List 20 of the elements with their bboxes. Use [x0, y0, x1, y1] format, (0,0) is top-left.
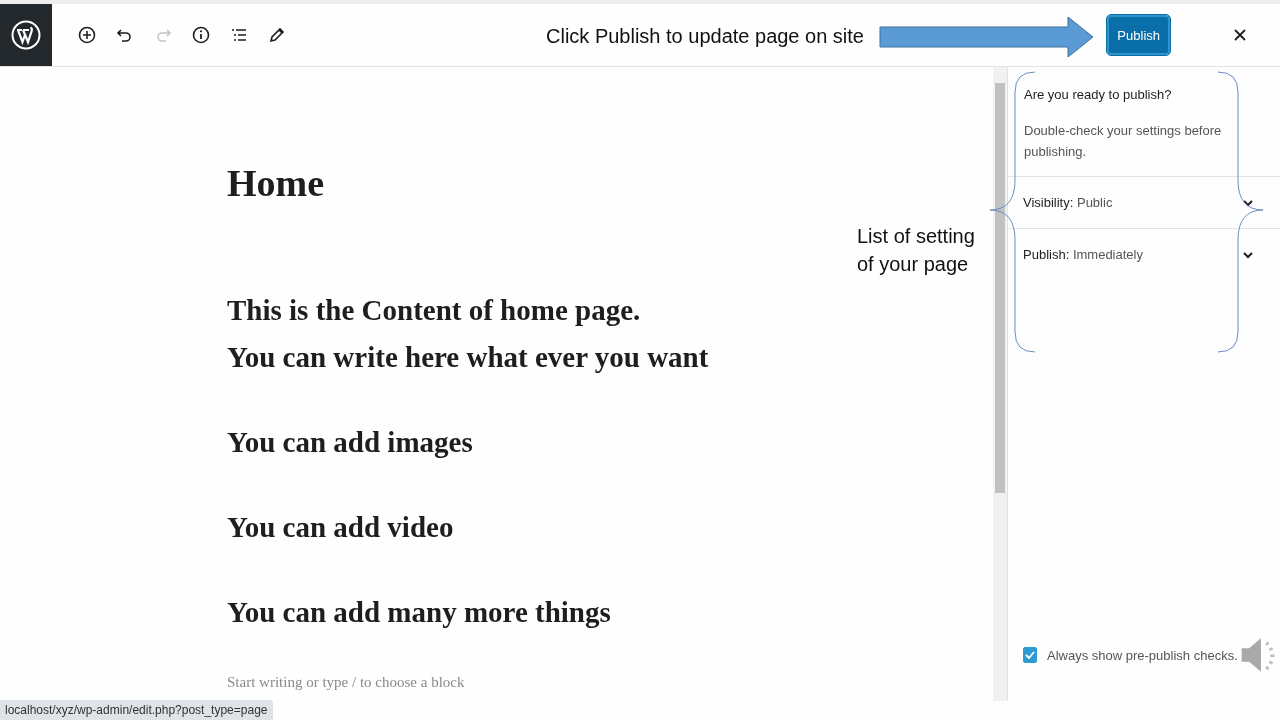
panel-heading: Are you ready to publish? — [1024, 87, 1172, 102]
setting-label[interactable]: Publish: Immediately — [1023, 247, 1143, 262]
publish-button[interactable]: Publish — [1107, 15, 1170, 55]
checkbox[interactable] — [1023, 647, 1037, 663]
checkbox-label[interactable]: Always show pre-publish checks. — [1047, 647, 1238, 663]
page-title[interactable]: Home — [227, 161, 993, 205]
wordpress-logo-icon[interactable] — [0, 4, 52, 66]
block-placeholder[interactable]: Start writing or type / to choose a block — [227, 674, 465, 691]
panel-description: Double-check your settings before publishing. — [1024, 122, 1223, 161]
callout-text: List of setting of your page — [857, 224, 976, 277]
callout-text: Click Publish to update page on site — [546, 24, 865, 49]
paragraph-text: You can add images — [227, 425, 473, 460]
setting-label[interactable]: Visibility: Public — [1023, 195, 1113, 210]
paragraph-text: You can add video — [227, 510, 454, 545]
close-icon[interactable] — [1232, 27, 1248, 43]
status-bar-url: localhost/xyz/wp-admin/edit.php?post_type=page — [0, 700, 273, 720]
paragraph-text: You can write here what ever you want — [227, 340, 709, 375]
paragraph-text: This is the Content of home page. — [227, 293, 641, 328]
paragraph-text: You can add many more things — [227, 595, 611, 630]
scrollbar[interactable] — [993, 67, 1007, 701]
